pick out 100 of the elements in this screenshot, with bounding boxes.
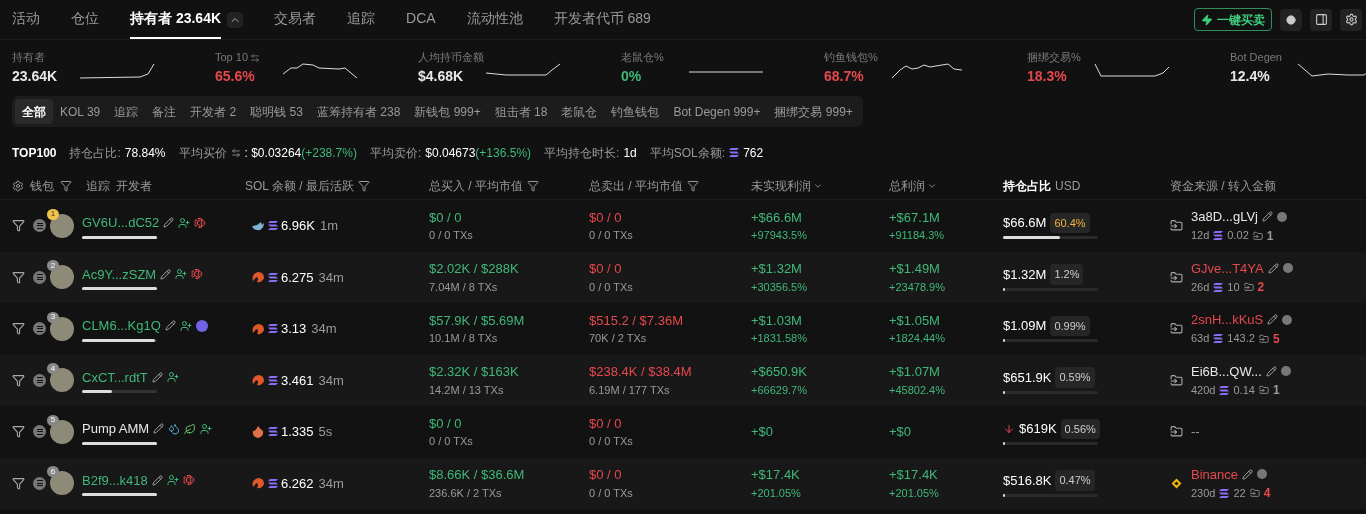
transfer-icon[interactable] (1170, 425, 1183, 439)
filter-chip[interactable]: 狙击者 18 (487, 99, 555, 124)
summary-label: 持仓占比: (69, 144, 121, 162)
filter-chip[interactable]: 开发者 2 (183, 99, 244, 124)
stat-value: 12.4% (1230, 66, 1271, 86)
swap-icon[interactable] (250, 52, 261, 63)
wallet-address[interactable]: B2f9...k418 (82, 470, 148, 490)
source-name[interactable]: 3a8D...gLVj (1191, 207, 1258, 227)
tab[interactable]: DCA (406, 0, 436, 39)
edit-icon[interactable] (1261, 211, 1273, 223)
filter-chip[interactable]: 聪明钱 53 (243, 99, 310, 124)
wallet-address[interactable]: Ac9Y...zSZM (82, 264, 157, 284)
filter-chip[interactable]: 钓鱼钱包 (604, 99, 667, 124)
tab[interactable]: 活动 (12, 0, 40, 39)
tab[interactable]: 持有者 23.64K (130, 0, 222, 39)
transfer-count: 2 (1257, 279, 1265, 296)
transfer-icon[interactable] (1170, 270, 1183, 284)
filter-chip[interactable]: 备注 (145, 99, 184, 124)
avatar (50, 265, 74, 290)
settings-icon[interactable] (12, 180, 24, 192)
column-header[interactable]: 总卖出 / 平均市值 (589, 177, 683, 195)
buy-amount: $57.9K / $5.69M (429, 311, 526, 330)
source-sol: 0.14 (1233, 382, 1255, 398)
tab[interactable]: 开发者代币 689 (553, 0, 651, 39)
filter-icon[interactable] (60, 180, 72, 192)
transfer-icon[interactable] (1170, 219, 1183, 233)
quick-trade-button[interactable]: 一键买卖 (1194, 8, 1272, 31)
source-name[interactable]: GJve...T4YA (1191, 258, 1264, 278)
filter-chip[interactable]: Bot Degen 999+ (666, 99, 768, 124)
edit-icon[interactable] (160, 268, 172, 280)
rank-badge: 5 (47, 414, 59, 426)
edit-icon[interactable] (1242, 468, 1253, 480)
transfer-icon[interactable] (1170, 322, 1183, 336)
edit-icon[interactable] (153, 423, 165, 435)
filter-icon[interactable] (527, 180, 539, 192)
buy-txs: 236.6K / 2 TXs (429, 485, 503, 501)
wallet-address[interactable]: GV6U...dC52 (82, 213, 160, 233)
filter-chip[interactable]: 蓝筹持有者 238 (309, 99, 408, 124)
filter-chip[interactable]: 捆绑交易 999+ (767, 99, 860, 124)
transfer-icon[interactable] (1170, 373, 1183, 387)
edit-icon[interactable] (1267, 262, 1279, 274)
edit-icon[interactable] (151, 474, 163, 486)
column-header[interactable]: 总利润 (889, 177, 925, 195)
filter-icon[interactable] (12, 219, 25, 233)
filter-icon[interactable] (12, 322, 25, 336)
source-name[interactable]: Binance (1191, 464, 1238, 484)
filter-icon[interactable] (12, 373, 25, 387)
filter-chip[interactable]: 全部 (15, 99, 53, 124)
summary-value: 1d (623, 144, 637, 162)
column-header[interactable]: 钱包 (30, 177, 54, 195)
swap-icon[interactable] (230, 147, 241, 158)
column-header[interactable]: 追踪 (86, 177, 110, 195)
sort-icon[interactable] (813, 181, 823, 191)
filter-chip[interactable]: 老鼠仓 (554, 99, 605, 124)
wallet-address[interactable]: CLM6...Kg1Q (82, 316, 161, 336)
stat-value: 68.7% (824, 66, 865, 86)
edit-icon[interactable] (164, 320, 176, 332)
tab[interactable]: 交易者 (274, 0, 317, 39)
filter-icon[interactable] (12, 270, 25, 284)
stat-label: Top 10 (215, 50, 249, 66)
wallet-address[interactable]: Pump AMM (82, 419, 150, 439)
collapse-icon[interactable] (227, 11, 244, 28)
currency-toggle[interactable]: USD (1055, 177, 1081, 195)
source-name[interactable]: 2snH...kKuS (1191, 310, 1264, 330)
filter-chip[interactable]: KOL 39 (53, 99, 108, 124)
filter-chip[interactable]: 新钱包 999+ (407, 99, 488, 124)
buy-txs: 0 / 0 TXs (429, 228, 474, 244)
edit-icon[interactable] (1267, 314, 1279, 326)
sell-amount: $0 / 0 (589, 208, 623, 227)
bubbles-icon[interactable] (1280, 8, 1302, 31)
column-header[interactable]: SOL 余额 / 最后活跃 (245, 177, 354, 195)
tab[interactable]: 仓位 (71, 0, 99, 39)
source-name[interactable]: Ei6B...QW... (1191, 361, 1262, 381)
summary-change: (+238.7%) (301, 144, 357, 162)
edit-icon[interactable] (1265, 365, 1277, 377)
sol-balance: 3.13 (281, 320, 307, 338)
settings-icon[interactable] (1340, 8, 1362, 31)
edit-icon[interactable] (151, 371, 163, 383)
column-header[interactable]: 总买入 / 平均市值 (429, 177, 523, 195)
avatar (50, 471, 74, 496)
column-header[interactable]: 未实现利润 (751, 177, 811, 195)
column-header[interactable]: 持仓占比 (1003, 177, 1051, 195)
filter-chip[interactable]: 追踪 (107, 99, 146, 124)
tab[interactable]: 流动性池 (466, 0, 523, 39)
tab[interactable]: 追踪 (347, 0, 376, 39)
edit-icon[interactable] (163, 217, 175, 229)
buy-txs: 14.2M / 13 TXs (429, 382, 505, 398)
last-active: 34m (318, 268, 344, 287)
column-header[interactable]: 资金来源 / 转入金额 (1170, 177, 1276, 195)
sort-icon[interactable] (927, 181, 937, 191)
column-header[interactable]: 开发者 (116, 177, 152, 195)
filter-icon[interactable] (357, 180, 370, 192)
filter-icon[interactable] (12, 476, 25, 490)
wallet-address[interactable]: CxCT...rdtT (82, 367, 148, 387)
sol-icon (268, 221, 278, 231)
transfer-icon (1258, 333, 1269, 344)
filter-icon[interactable] (12, 425, 25, 439)
buy-amount: $0 / 0 (429, 414, 463, 433)
filter-icon[interactable] (687, 180, 699, 192)
panel-icon[interactable] (1310, 8, 1332, 31)
